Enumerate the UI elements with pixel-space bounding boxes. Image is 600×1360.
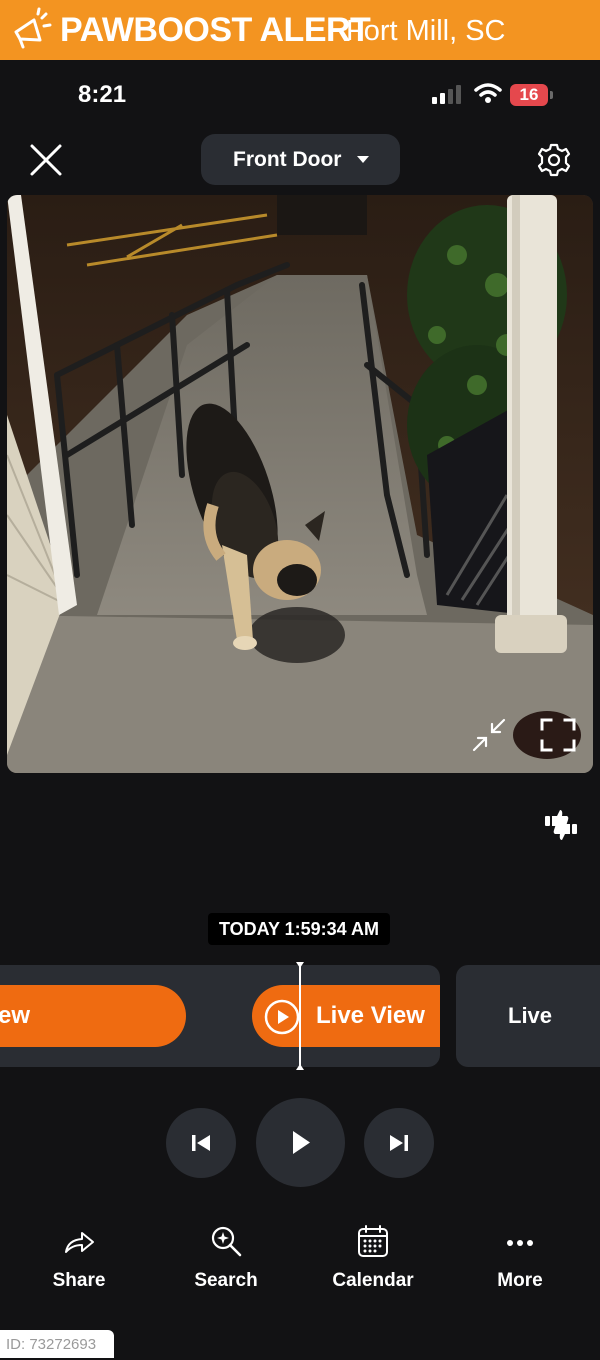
play-icon	[293, 1131, 310, 1154]
share-arrow-icon	[65, 1232, 94, 1253]
timeline-clip-previous[interactable]: ew	[0, 985, 186, 1047]
skip-next-button[interactable]	[364, 1108, 434, 1178]
timeline-clip-live-view-label: Live View	[316, 1002, 425, 1029]
chevron-down-icon	[357, 156, 369, 163]
thumbs-up-down-icon[interactable]	[543, 808, 579, 842]
skip-previous-button[interactable]	[166, 1108, 236, 1178]
camera-name: Front Door	[233, 148, 342, 171]
search-label: Search	[194, 1270, 258, 1291]
video-scene	[7, 195, 593, 773]
collapse-arrows-icon[interactable]	[472, 718, 506, 752]
playhead-bottom-marker	[296, 1064, 304, 1070]
cellular-signal-icon	[432, 85, 461, 104]
share-button[interactable]: Share	[19, 1224, 139, 1294]
skip-previous-icon	[192, 1135, 210, 1151]
search-sparkle-icon	[211, 1226, 242, 1257]
calendar-label: Calendar	[332, 1270, 414, 1291]
timeline-clip-live-view[interactable]: Live View	[252, 985, 440, 1047]
skip-next-icon	[390, 1135, 408, 1151]
playhead-top-marker	[296, 962, 304, 968]
more-button[interactable]: More	[460, 1224, 580, 1294]
play-button[interactable]	[256, 1098, 345, 1187]
battery-indicator: 16	[510, 84, 554, 106]
status-time: 8:21	[78, 81, 127, 108]
timeline-playhead[interactable]	[299, 962, 301, 1070]
calendar-icon	[358, 1225, 388, 1257]
megaphone-icon	[14, 7, 52, 49]
camera-video-frame[interactable]	[7, 195, 593, 773]
search-button[interactable]: Search	[166, 1224, 286, 1294]
timeline-clip-previous-label: ew	[0, 1002, 30, 1029]
banner-brand: PAWBOOST ALERT	[60, 11, 371, 49]
play-circle-icon	[264, 999, 300, 1035]
camera-selector[interactable]: Front Door	[201, 134, 400, 185]
battery-level: 16	[519, 85, 539, 104]
image-id-tag: ID: 73272693	[0, 1330, 114, 1358]
timeline-clip-live[interactable]: Live	[456, 965, 600, 1067]
more-label: More	[497, 1270, 543, 1291]
banner-location: Fort Mill, SC	[346, 15, 506, 47]
close-icon[interactable]	[28, 142, 64, 178]
fullscreen-icon[interactable]	[540, 718, 576, 752]
more-dots-icon	[507, 1240, 533, 1246]
share-label: Share	[52, 1270, 106, 1291]
pawboost-banner: PAWBOOST ALERT Fort Mill, SC	[0, 0, 600, 60]
calendar-button[interactable]: Calendar	[313, 1224, 433, 1294]
timeline-clip-live-label: Live	[508, 1003, 553, 1028]
timeline-timestamp: TODAY 1:59:34 AM	[208, 913, 390, 945]
gear-icon[interactable]	[536, 142, 572, 178]
wifi-icon	[474, 83, 502, 103]
